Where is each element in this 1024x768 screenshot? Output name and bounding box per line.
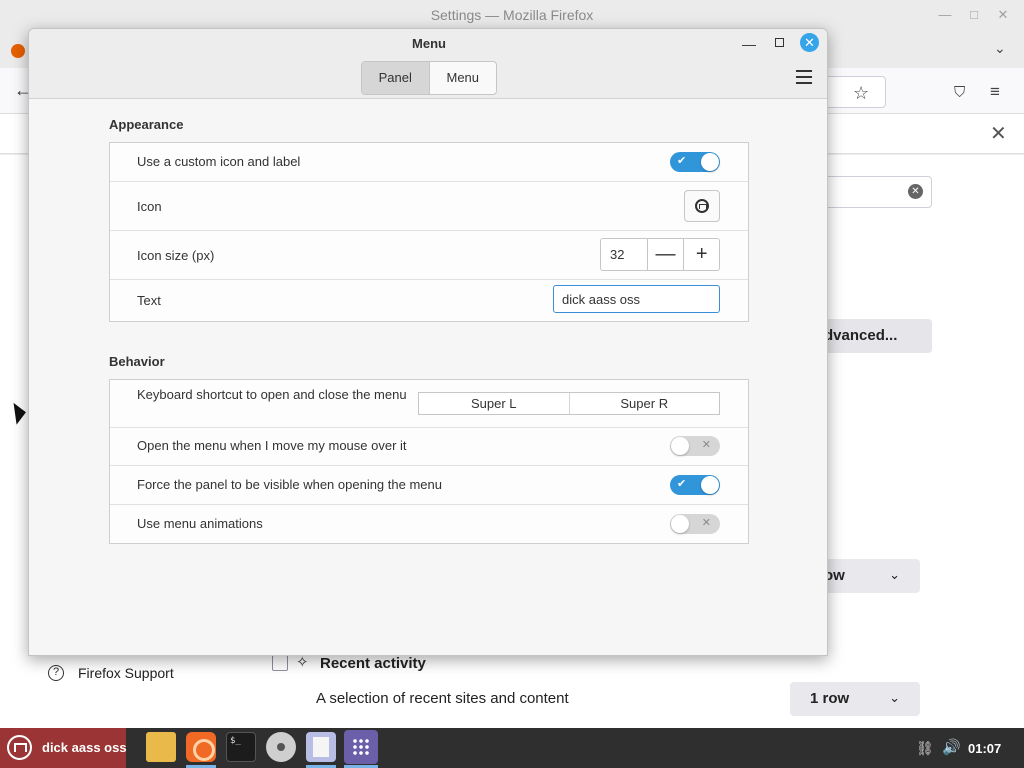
behavior-group: Keyboard shortcut to open and close the … [109, 379, 749, 544]
animations-row: Use menu animations ✕ [110, 505, 748, 543]
hover-open-label: Open the menu when I move my mouse over … [137, 438, 407, 453]
bookmark-star-icon[interactable]: ☆ [853, 83, 869, 104]
check-icon: ✔ [677, 155, 687, 167]
chevron-down-icon: ⌄ [889, 690, 900, 705]
label-text-input[interactable] [553, 285, 720, 313]
firefox-support-link[interactable]: Firefox Support [78, 665, 174, 681]
disc-launcher-icon[interactable] [266, 732, 296, 762]
icon-size-label: Icon size (px) [137, 248, 215, 263]
app-grid-launcher-icon[interactable] [344, 730, 378, 764]
shortcut-row: Keyboard shortcut to open and close the … [110, 380, 748, 428]
behavior-section-title: Behavior [109, 354, 165, 369]
help-icon[interactable]: ? [48, 665, 64, 681]
notification-close-icon[interactable]: ✕ [990, 121, 1007, 146]
custom-icon-label: Use a custom icon and label [137, 154, 301, 169]
recent-activity-description: A selection of recent sites and content [316, 690, 569, 707]
clock[interactable]: 01:07 [968, 741, 1001, 756]
shortcut-key-1[interactable]: Super L [419, 393, 569, 414]
firefox-menu-icon[interactable]: ≡ [990, 82, 1000, 102]
recent-activity-label: Recent activity [320, 655, 426, 672]
text-label: Text [137, 293, 161, 308]
text-row: Text [110, 280, 748, 321]
animations-label: Use menu animations [137, 516, 263, 531]
terminal-launcher-icon[interactable]: $_ [226, 732, 256, 762]
files-launcher-icon[interactable] [146, 732, 176, 762]
close-icon[interactable]: ✕ [800, 33, 819, 52]
search-clear-icon[interactable]: ✕ [908, 184, 923, 199]
icon-size-input[interactable]: 32 [601, 239, 648, 270]
shortcut-key-2[interactable]: Super R [568, 393, 720, 414]
check-icon: ✔ [677, 478, 687, 490]
icon-label: Icon [137, 199, 162, 214]
increment-button[interactable]: + [683, 239, 719, 270]
icon-size-row: Icon size (px) 32 — + [110, 231, 748, 280]
hover-open-toggle[interactable]: ✕ [670, 436, 720, 456]
dialog-title: Menu [412, 36, 446, 51]
recent-activity-checkbox[interactable] [272, 655, 288, 671]
custom-icon-toggle[interactable]: ✔ [670, 152, 720, 172]
x-icon: ✕ [701, 439, 711, 451]
recent-rows-dropdown-value: 1 row [810, 690, 850, 707]
force-panel-toggle[interactable]: ✔ [670, 475, 720, 495]
firefox-tab-icon[interactable] [11, 44, 25, 58]
firefox-minimize-button[interactable]: — [937, 7, 953, 23]
icon-chooser-button[interactable] [684, 190, 720, 222]
hover-open-row: Open the menu when I move my mouse over … [110, 428, 748, 466]
appearance-section-title: Appearance [109, 117, 184, 132]
pocket-icon[interactable]: ⛉ [954, 84, 965, 101]
shortcut-label: Keyboard shortcut to open and close the … [137, 387, 407, 402]
minimize-icon[interactable]: — [742, 36, 756, 52]
menu-settings-dialog: Menu — ✕ Panel Menu Appearance Use a cus… [28, 28, 828, 656]
icon-size-stepper: 32 — + [600, 238, 720, 271]
x-icon: ✕ [701, 517, 711, 529]
firefox-close-button[interactable]: ✕ [995, 7, 1011, 23]
menu-applet-label: dick aass oss [42, 740, 127, 755]
tab-menu[interactable]: Menu [428, 62, 497, 94]
volume-icon[interactable]: 🔊 [942, 738, 961, 756]
mint-logo-icon [7, 735, 32, 760]
appearance-group: Use a custom icon and label ✔ Icon Icon … [109, 142, 749, 322]
force-panel-label: Force the panel to be visible when openi… [137, 477, 442, 492]
page-switcher: Panel Menu [361, 61, 497, 95]
firefox-launcher-icon[interactable] [186, 732, 216, 762]
maximize-icon[interactable] [775, 38, 784, 47]
mint-logo-icon [695, 199, 709, 213]
dialog-header: Menu — ✕ Panel Menu [29, 29, 827, 99]
force-panel-row: Force the panel to be visible when openi… [110, 466, 748, 505]
icon-row: Icon [110, 182, 748, 231]
firefox-window-title: Settings — Mozilla Firefox [430, 7, 594, 23]
tab-list-chevron-icon[interactable]: ⌄ [994, 40, 1006, 57]
firefox-maximize-button[interactable]: □ [966, 7, 982, 23]
animations-toggle[interactable]: ✕ [670, 514, 720, 534]
decrement-button[interactable]: — [648, 239, 684, 270]
shortcut-keys: Super L Super R [418, 392, 720, 415]
tab-panel[interactable]: Panel [362, 62, 429, 94]
recent-rows-dropdown[interactable]: 1 row ⌄ [790, 682, 920, 716]
text-editor-launcher-icon[interactable] [306, 732, 336, 762]
network-icon[interactable]: ⛓ [916, 740, 934, 757]
chevron-down-icon: ⌄ [889, 567, 900, 582]
hamburger-menu-icon[interactable] [796, 70, 812, 88]
custom-icon-row: Use a custom icon and label ✔ [110, 143, 748, 182]
